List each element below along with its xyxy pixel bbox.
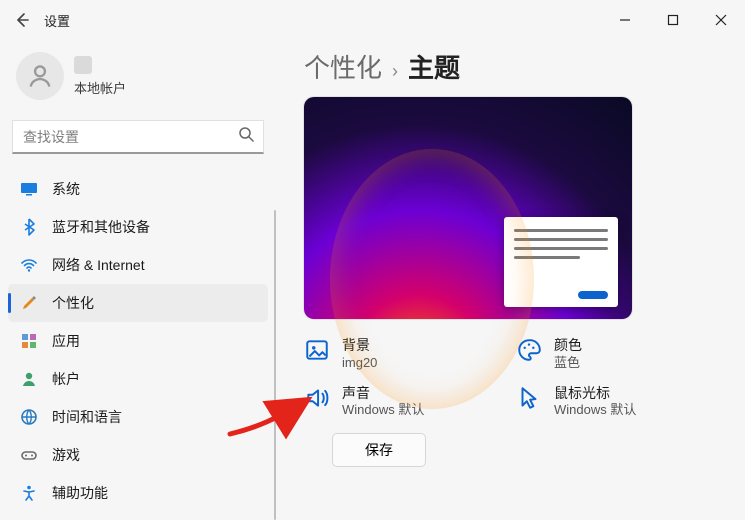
palette-icon [516, 337, 542, 363]
account-type-label: 本地帐户 [74, 78, 126, 97]
sidebar-item-bluetooth[interactable]: 蓝牙和其他设备 [8, 208, 268, 246]
image-icon [304, 337, 330, 363]
sidebar-item-label: 系统 [52, 179, 80, 199]
chevron-right-icon: › [392, 61, 398, 82]
option-background[interactable]: 背景 img20 [304, 337, 472, 371]
back-button[interactable] [10, 8, 34, 32]
sidebar-item-apps[interactable]: 应用 [8, 322, 268, 360]
account-name-placeholder [74, 56, 92, 74]
close-icon [715, 14, 727, 26]
back-arrow-icon [14, 12, 30, 28]
bluetooth-icon [20, 218, 38, 236]
close-button[interactable] [707, 6, 735, 34]
option-title: 鼠标光标 [554, 385, 636, 403]
sidebar-scrollbar[interactable] [274, 210, 276, 520]
person-solid-icon [20, 370, 38, 388]
maximize-icon [667, 14, 679, 26]
preview-line [514, 256, 580, 259]
preview-window-card [504, 217, 618, 307]
sidebar-item-gaming[interactable]: 游戏 [8, 436, 268, 474]
sidebar-item-label: 蓝牙和其他设备 [52, 217, 150, 237]
option-title: 颜色 [554, 337, 582, 355]
account-block[interactable]: 本地帐户 [8, 44, 268, 114]
option-sound[interactable]: 声音 Windows 默认 [304, 385, 472, 419]
sidebar-item-network[interactable]: 网络 & Internet [8, 246, 268, 284]
sidebar-item-label: 帐户 [52, 369, 80, 389]
breadcrumb: 个性化 › 主题 [304, 48, 729, 93]
wifi-icon [20, 256, 38, 274]
paintbrush-icon [20, 294, 38, 312]
preview-accent-button [578, 291, 608, 299]
option-value: Windows 默认 [554, 402, 636, 418]
accessibility-icon [20, 484, 38, 502]
window-title: 设置 [44, 11, 70, 30]
sidebar-item-personalization[interactable]: 个性化 [8, 284, 268, 322]
option-value: 蓝色 [554, 355, 582, 371]
avatar [16, 52, 64, 100]
sidebar-item-time-language[interactable]: 时间和语言 [8, 398, 268, 436]
theme-preview [304, 97, 632, 319]
speaker-icon [304, 385, 330, 411]
sidebar-item-label: 时间和语言 [52, 407, 122, 427]
preview-line [514, 247, 608, 250]
search-input[interactable] [12, 120, 264, 154]
sidebar-item-accessibility[interactable]: 辅助功能 [8, 474, 268, 512]
sidebar-item-label: 应用 [52, 331, 80, 351]
maximize-button[interactable] [659, 6, 687, 34]
sidebar-item-label: 辅助功能 [52, 483, 108, 503]
globe-icon [20, 408, 38, 426]
minimize-button[interactable] [611, 6, 639, 34]
save-button[interactable]: 保存 [332, 433, 426, 467]
option-value: Windows 默认 [342, 402, 424, 418]
option-cursor[interactable]: 鼠标光标 Windows 默认 [516, 385, 684, 419]
sidebar-item-label: 游戏 [52, 445, 80, 465]
search-icon [238, 126, 254, 142]
apps-icon [20, 332, 38, 350]
option-title: 声音 [342, 385, 424, 403]
option-value: img20 [342, 355, 377, 371]
sidebar-item-system[interactable]: 系统 [8, 170, 268, 208]
option-color[interactable]: 颜色 蓝色 [516, 337, 684, 371]
option-title: 背景 [342, 337, 377, 355]
monitor-icon [20, 180, 38, 198]
person-icon [26, 62, 54, 90]
sidebar-item-accounts[interactable]: 帐户 [8, 360, 268, 398]
breadcrumb-parent[interactable]: 个性化 [304, 48, 382, 85]
minimize-icon [619, 14, 631, 26]
breadcrumb-current: 主题 [408, 48, 460, 85]
sidebar-item-label: 网络 & Internet [52, 255, 145, 275]
preview-line [514, 238, 608, 241]
sidebar-item-label: 个性化 [52, 293, 94, 313]
gamepad-icon [20, 446, 38, 464]
preview-line [514, 229, 608, 232]
cursor-icon [516, 385, 542, 411]
